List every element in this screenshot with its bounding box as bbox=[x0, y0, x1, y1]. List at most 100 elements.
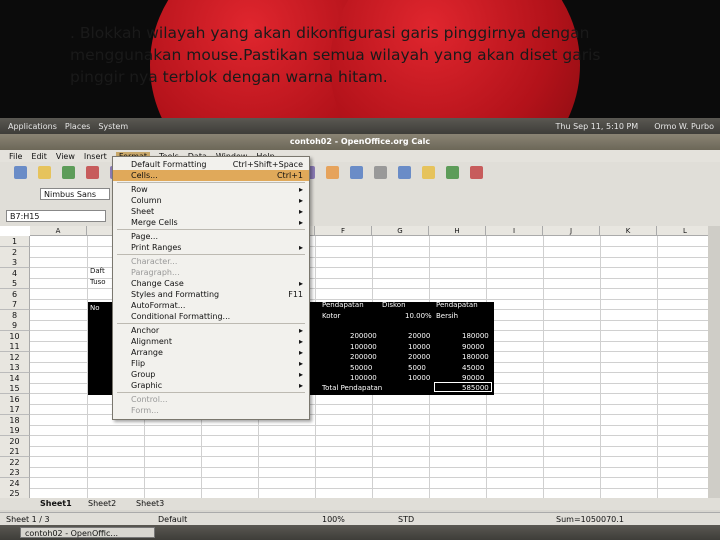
column-header[interactable]: J bbox=[543, 226, 600, 236]
format-menu-item[interactable]: Column ▸ bbox=[113, 195, 309, 206]
row-header[interactable]: 22 bbox=[0, 456, 30, 468]
sheet-tab-3[interactable]: Sheet3 bbox=[136, 499, 164, 508]
row-header[interactable]: 15 bbox=[0, 383, 30, 394]
sheet-tab-1[interactable]: Sheet1 bbox=[40, 499, 72, 508]
row-header[interactable]: 11 bbox=[0, 341, 30, 352]
header-bersih[interactable]: Bersih bbox=[436, 312, 458, 320]
toolbar-icon[interactable] bbox=[446, 166, 459, 179]
row-header[interactable]: 18 bbox=[0, 414, 30, 426]
menu-file[interactable]: File bbox=[9, 152, 22, 161]
data-cell[interactable]: 10000 bbox=[408, 343, 430, 351]
row-header[interactable]: 6 bbox=[0, 288, 30, 300]
clock-text[interactable]: Thu Sep 11, 5:10 PM bbox=[556, 122, 639, 131]
row-header[interactable]: 5 bbox=[0, 278, 30, 289]
font-name-box[interactable]: Nimbus Sans bbox=[40, 188, 110, 200]
row-header[interactable]: 1 bbox=[0, 236, 30, 247]
toolbar-icon[interactable] bbox=[14, 166, 27, 179]
format-menu-item[interactable]: Group ▸ bbox=[113, 369, 309, 380]
row-header[interactable]: 7 bbox=[0, 299, 30, 310]
status-mode[interactable]: STD bbox=[398, 515, 414, 524]
data-cell[interactable]: 5000 bbox=[408, 364, 426, 372]
taskbar-window-button[interactable]: contoh02 - OpenOffic... bbox=[20, 527, 155, 538]
cell-b4[interactable]: Daft bbox=[90, 267, 105, 275]
row-header[interactable]: 23 bbox=[0, 467, 30, 478]
toolbar-icon[interactable] bbox=[350, 166, 363, 179]
data-cell[interactable]: 45000 bbox=[462, 364, 484, 372]
toolbar-icon[interactable] bbox=[374, 166, 387, 179]
format-menu-item[interactable]: Cells... Ctrl+1 bbox=[113, 170, 309, 181]
cell-b5[interactable]: Tuso bbox=[90, 278, 106, 286]
data-cell[interactable]: 180000 bbox=[462, 332, 489, 340]
row-header[interactable]: 19 bbox=[0, 425, 30, 436]
format-menu-item[interactable]: Print Ranges ▸ bbox=[113, 242, 309, 253]
row-header[interactable]: 2 bbox=[0, 246, 30, 258]
column-header[interactable]: G bbox=[372, 226, 429, 236]
format-menu-item[interactable]: Page... bbox=[113, 231, 309, 242]
header-pendapatan[interactable]: Pendapatan bbox=[322, 301, 364, 309]
data-cell[interactable]: 50000 bbox=[350, 364, 372, 372]
status-zoom[interactable]: 100% bbox=[322, 515, 345, 524]
header-diskon[interactable]: Diskon bbox=[382, 301, 406, 309]
row-header[interactable]: 25 bbox=[0, 488, 30, 498]
name-box[interactable]: B7:H15 bbox=[6, 210, 106, 222]
column-header[interactable]: L bbox=[657, 226, 708, 236]
toolbar-icon[interactable] bbox=[422, 166, 435, 179]
data-cell[interactable]: 90000 bbox=[462, 343, 484, 351]
menu-insert[interactable]: Insert bbox=[84, 152, 107, 161]
format-menu-item[interactable]: AutoFormat... bbox=[113, 300, 309, 311]
format-menu-item[interactable]: Anchor ▸ bbox=[113, 325, 309, 336]
data-cell[interactable]: 90000 bbox=[462, 374, 484, 382]
format-menu-item[interactable]: Flip ▸ bbox=[113, 358, 309, 369]
row-header[interactable]: 12 bbox=[0, 351, 30, 363]
data-cell[interactable]: 20000 bbox=[408, 353, 430, 361]
column-header[interactable]: F bbox=[315, 226, 372, 236]
system-menu[interactable]: System bbox=[98, 122, 128, 131]
places-menu[interactable]: Places bbox=[65, 122, 90, 131]
vertical-scrollbar[interactable] bbox=[708, 226, 720, 498]
total-value[interactable]: 585000 bbox=[462, 384, 489, 392]
row-header[interactable]: 24 bbox=[0, 477, 30, 489]
format-menu-item[interactable]: Graphic ▸ bbox=[113, 380, 309, 391]
column-header[interactable]: H bbox=[429, 226, 486, 236]
toolbar-icon[interactable] bbox=[38, 166, 51, 179]
format-menu-item[interactable]: Merge Cells ▸ bbox=[113, 217, 309, 228]
format-menu-item[interactable]: Arrange ▸ bbox=[113, 347, 309, 358]
row-header[interactable]: 10 bbox=[0, 330, 30, 342]
toolbar-icon[interactable] bbox=[326, 166, 339, 179]
header-diskon-rate[interactable]: 10.00% bbox=[405, 312, 432, 320]
row-header[interactable]: 13 bbox=[0, 362, 30, 373]
row-header[interactable]: 20 bbox=[0, 435, 30, 447]
spreadsheet-grid[interactable]: Daft Tuso No Pendapatan Diskon Pendapata… bbox=[0, 226, 708, 498]
toolbar-icon[interactable] bbox=[86, 166, 99, 179]
sheet-tab-2[interactable]: Sheet2 bbox=[88, 499, 116, 508]
row-header[interactable]: 17 bbox=[0, 404, 30, 415]
format-menu-item[interactable]: Conditional Formatting... bbox=[113, 311, 309, 322]
toolbar-icon[interactable] bbox=[470, 166, 483, 179]
data-cell[interactable]: 100000 bbox=[350, 374, 377, 382]
format-menu-item[interactable]: Sheet ▸ bbox=[113, 206, 309, 217]
format-menu-item[interactable]: Default Formatting Ctrl+Shift+Space bbox=[113, 159, 309, 170]
user-name[interactable]: Ormo W. Purbo bbox=[654, 122, 714, 131]
row-header[interactable]: 3 bbox=[0, 257, 30, 268]
column-header[interactable]: A bbox=[30, 226, 87, 236]
column-header[interactable]: I bbox=[486, 226, 543, 236]
column-header[interactable]: K bbox=[600, 226, 657, 236]
data-cell[interactable]: 200000 bbox=[350, 332, 377, 340]
menu-view[interactable]: View bbox=[56, 152, 75, 161]
row-header[interactable]: 4 bbox=[0, 267, 30, 279]
header-kotor[interactable]: Kotor bbox=[322, 312, 340, 320]
toolbar-icon[interactable] bbox=[398, 166, 411, 179]
header-pendapatan-bersih[interactable]: Pendapatan bbox=[436, 301, 478, 309]
data-cell[interactable]: 10000 bbox=[408, 374, 430, 382]
data-cell[interactable]: 200000 bbox=[350, 353, 377, 361]
format-menu-item[interactable]: Change Case ▸ bbox=[113, 278, 309, 289]
data-cell[interactable]: 180000 bbox=[462, 353, 489, 361]
cell-b7[interactable]: No bbox=[90, 304, 100, 312]
menu-edit[interactable]: Edit bbox=[31, 152, 47, 161]
data-cell[interactable]: 100000 bbox=[350, 343, 377, 351]
format-menu-item[interactable]: Row ▸ bbox=[113, 184, 309, 195]
toolbar-icon[interactable] bbox=[62, 166, 75, 179]
row-header[interactable]: 16 bbox=[0, 393, 30, 405]
data-cell[interactable]: 20000 bbox=[408, 332, 430, 340]
row-header[interactable]: 9 bbox=[0, 320, 30, 331]
